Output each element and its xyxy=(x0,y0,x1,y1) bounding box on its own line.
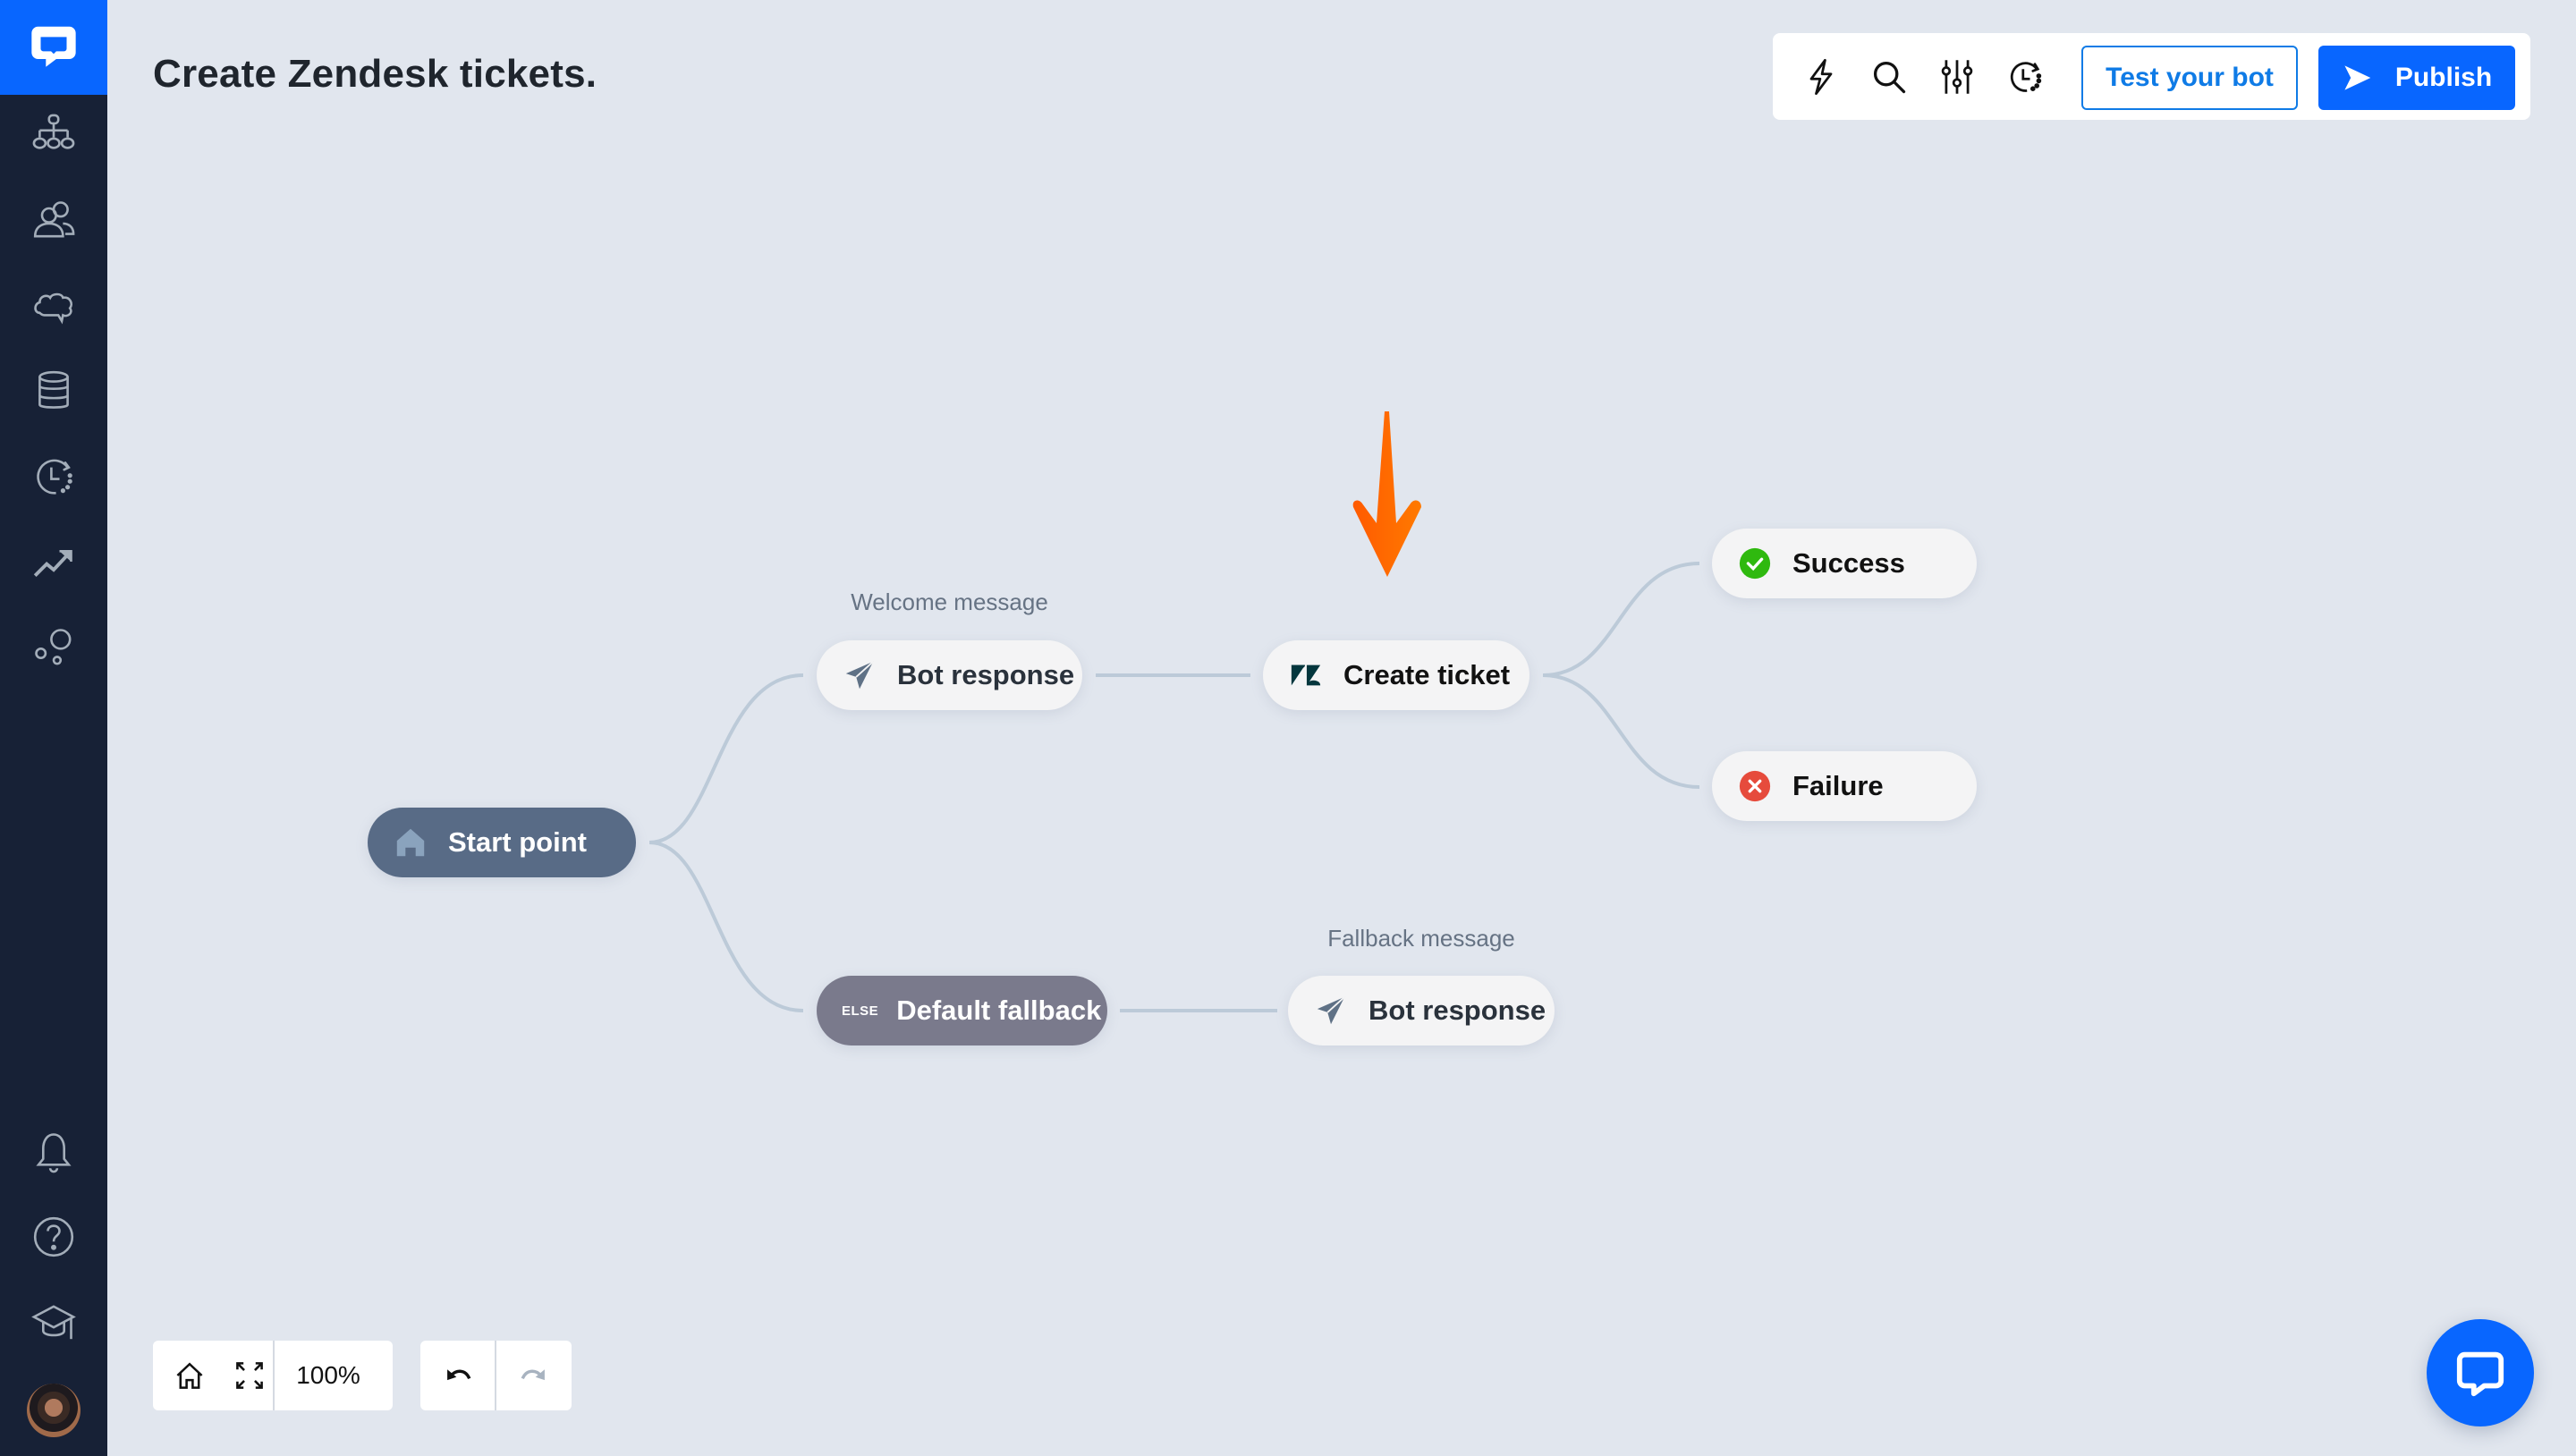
node-label: Default fallback xyxy=(896,995,1102,1026)
test-bot-button[interactable]: Test your bot xyxy=(2081,46,2298,110)
node-label: Start point xyxy=(448,826,587,858)
node-label: Bot response xyxy=(897,659,1075,690)
history-clock-icon xyxy=(37,459,72,495)
home-icon xyxy=(393,825,428,860)
graduation-cap-icon xyxy=(31,1305,76,1340)
sidebar-item-history[interactable] xyxy=(27,450,80,504)
history-controls xyxy=(420,1341,572,1410)
sidebar-item-integrations[interactable] xyxy=(27,621,80,674)
brain-cloud-icon xyxy=(34,292,73,325)
app-logo[interactable] xyxy=(0,0,107,95)
connector-start-welcome xyxy=(648,673,804,844)
node-bot-response-welcome[interactable]: Bot response xyxy=(817,640,1082,710)
welcome-caption: Welcome message xyxy=(851,588,1048,615)
fit-screen-button[interactable] xyxy=(226,1341,273,1410)
bubbles-icon xyxy=(35,629,72,665)
sidebar-item-data[interactable] xyxy=(27,364,80,418)
node-bot-response-fallback[interactable]: Bot response xyxy=(1288,976,1555,1045)
sidebar-item-audience[interactable] xyxy=(27,193,80,247)
highlight-arrow xyxy=(1352,411,1421,577)
node-create-ticket[interactable]: Create ticket xyxy=(1263,640,1530,710)
redo-icon xyxy=(521,1369,545,1381)
node-default-fallback[interactable]: ELSE Default fallback xyxy=(817,976,1107,1045)
automation-button[interactable] xyxy=(1801,56,1842,97)
node-label: Bot response xyxy=(1368,995,1546,1026)
bell-icon xyxy=(36,1133,72,1173)
reset-view-button[interactable] xyxy=(153,1341,226,1410)
history-button[interactable] xyxy=(2004,56,2046,97)
fit-screen-icon xyxy=(236,1362,263,1389)
lightning-icon xyxy=(1809,58,1833,96)
node-success[interactable]: Success xyxy=(1712,529,1977,598)
undo-button[interactable] xyxy=(420,1341,495,1410)
sidebar xyxy=(0,0,107,1456)
paper-plane-icon xyxy=(1313,993,1349,1029)
connector-ticket-success xyxy=(1542,562,1700,677)
trending-up-icon xyxy=(33,550,72,577)
flow-tree-icon xyxy=(32,114,75,149)
sidebar-item-help[interactable] xyxy=(27,1210,80,1264)
else-tag: ELSE xyxy=(842,1003,879,1019)
flow-connectors xyxy=(648,562,1700,1012)
node-label: Failure xyxy=(1792,770,1884,801)
node-failure[interactable]: Failure xyxy=(1712,751,1977,821)
zendesk-icon xyxy=(1288,657,1324,693)
chat-bubble-logo-icon xyxy=(31,26,76,67)
connector-ticket-failure xyxy=(1542,673,1700,789)
node-label: Create ticket xyxy=(1343,659,1511,690)
users-icon xyxy=(33,201,75,238)
connector-start-fallback xyxy=(648,841,804,1012)
search-icon xyxy=(1873,61,1906,94)
sidebar-item-stories[interactable] xyxy=(27,108,80,162)
sidebar-item-notifications[interactable] xyxy=(27,1125,80,1179)
fallback-caption: Fallback message xyxy=(1327,925,1515,952)
page-title: Create Zendesk tickets. xyxy=(153,52,597,96)
settings-button[interactable] xyxy=(1936,56,1978,97)
redo-button[interactable] xyxy=(496,1341,572,1410)
avatar[interactable] xyxy=(27,1384,80,1437)
chat-bubble-icon xyxy=(2456,1351,2504,1397)
publish-button[interactable]: Publish xyxy=(2318,46,2515,110)
history-clock-icon xyxy=(2010,62,2042,92)
home-icon xyxy=(176,1362,203,1389)
node-start-point[interactable]: Start point xyxy=(368,808,636,877)
undo-icon xyxy=(446,1369,470,1381)
view-controls: 100% xyxy=(153,1341,393,1410)
publish-label: Publish xyxy=(2394,63,2493,92)
sliders-icon xyxy=(1941,60,1973,94)
sidebar-item-academy[interactable] xyxy=(27,1296,80,1350)
database-icon xyxy=(38,370,69,409)
zoom-level[interactable]: 100% xyxy=(275,1341,382,1410)
sidebar-item-training[interactable] xyxy=(27,279,80,333)
top-toolbar: Test your bot Publish xyxy=(1773,33,2530,120)
x-circle-icon xyxy=(1737,768,1773,804)
help-circle-icon xyxy=(33,1216,74,1257)
send-arrow-icon xyxy=(2344,65,2371,90)
sidebar-item-reports[interactable] xyxy=(27,535,80,588)
paper-plane-icon xyxy=(842,657,877,693)
node-label: Success xyxy=(1792,547,1905,579)
chat-widget-button[interactable] xyxy=(2427,1319,2534,1426)
check-circle-icon xyxy=(1737,546,1773,581)
search-button[interactable] xyxy=(1868,56,1910,97)
